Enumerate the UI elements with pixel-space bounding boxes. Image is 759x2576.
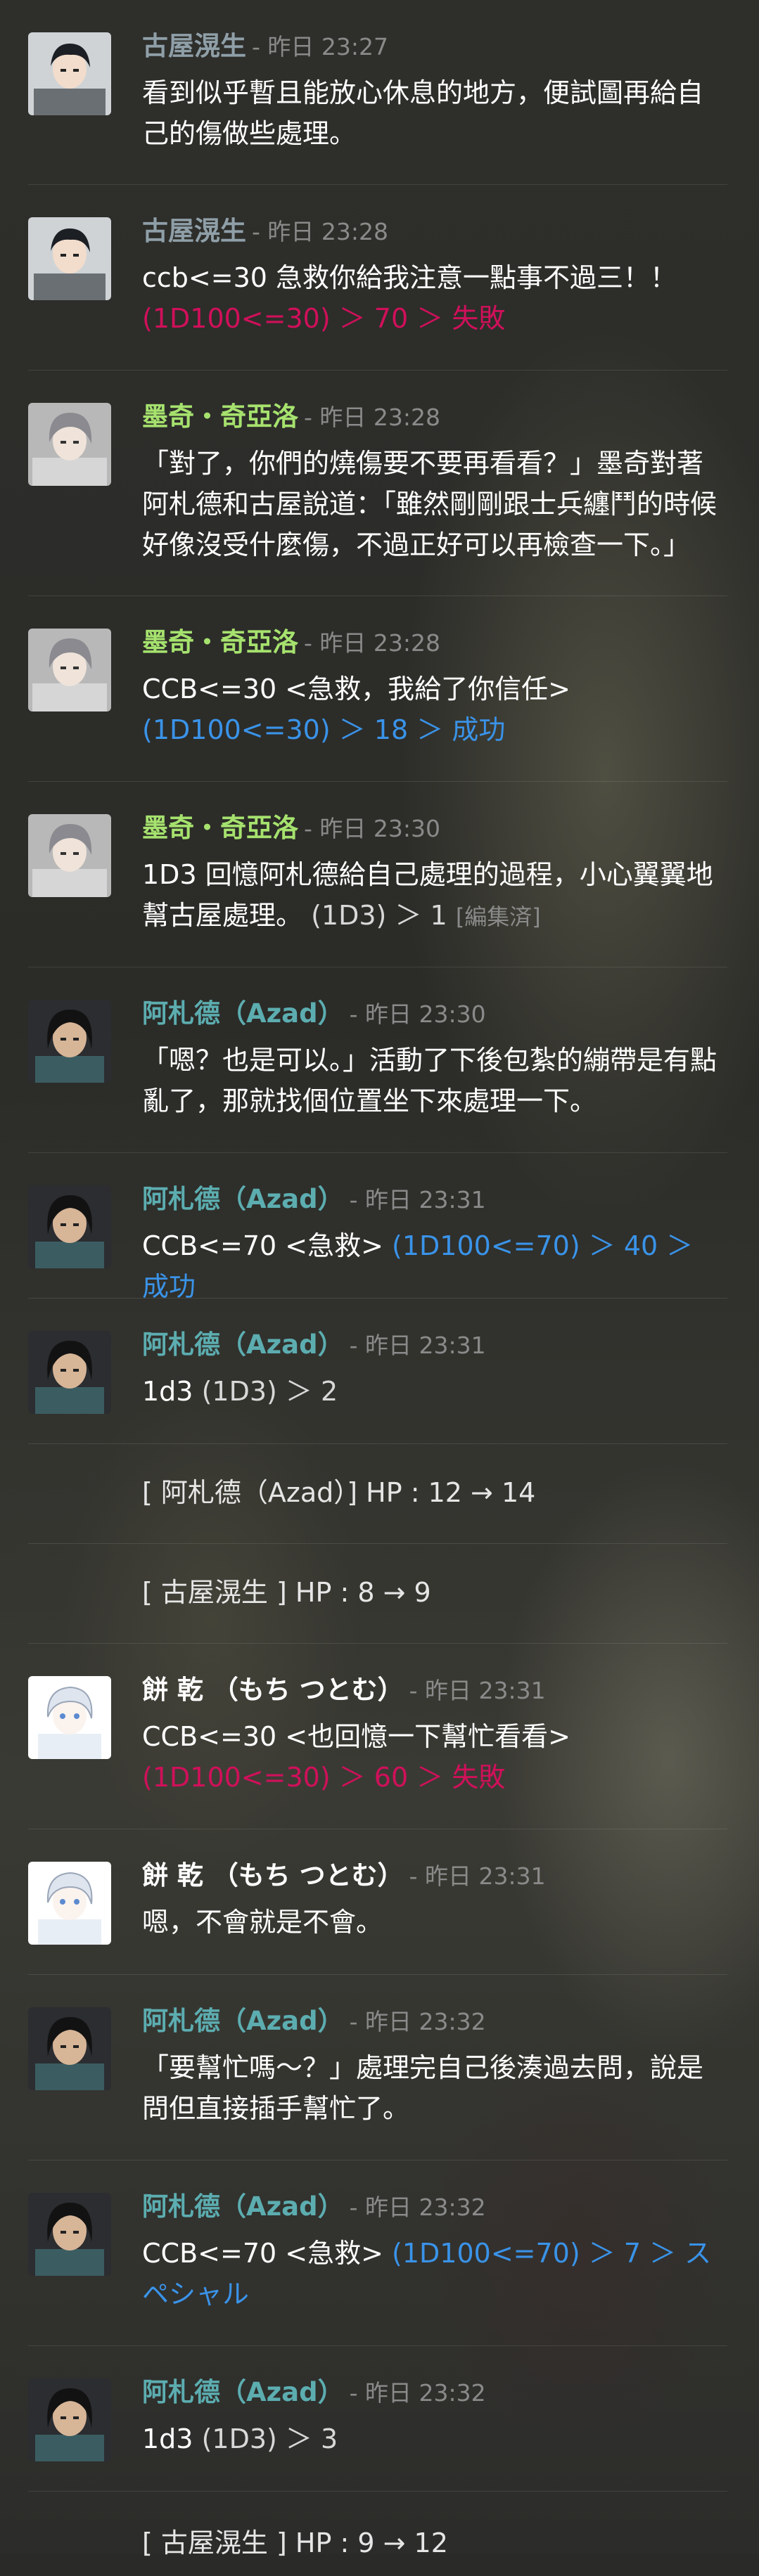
command-text: CCB<=70 <急救> <box>142 1230 383 1261</box>
chat-message: 阿札德（Azad） - 昨日 23:30 「嗯？也是可以。」活動了下後包紮的繃帶是… <box>28 967 727 1153</box>
message-header: 墨奇・奇亞洛 - 昨日 23:28 <box>142 399 727 436</box>
message-header: 古屋滉生 - 昨日 23:27 <box>142 28 727 65</box>
edited-tag: [編集済] <box>455 903 541 930</box>
sender-name: 阿札德（Azad） <box>142 2006 344 2036</box>
chat-message: 阿札德（Azad） - 昨日 23:31 CCB<=70 <急救> (1D100<… <box>28 1153 727 1302</box>
message-text: ccb<=30 急救你給我注意一點事不過三！！ (1D100<=30) ＞ 70… <box>142 257 727 339</box>
message-header: 阿札德（Azad） - 昨日 23:32 <box>142 2374 727 2411</box>
message-header: 阿札德（Azad） - 昨日 23:32 <box>142 2189 727 2226</box>
system-message: [ 古屋滉生 ] HP : 8 → 9 <box>28 1544 727 1644</box>
message-text: 「要幫忙嗎～？」處理完自己後湊過去問，說是問但直接插手幫忙了。 <box>142 2052 704 2124</box>
chat-message: 阿札德（Azad） - 昨日 23:31 1d3 (1D3) ＞ 2 <box>28 1299 727 1444</box>
message-header: 阿札德（Azad） - 昨日 23:31 <box>142 1181 727 1218</box>
mochi-avatar[interactable] <box>28 1676 111 1759</box>
moqi-avatar[interactable] <box>28 629 111 711</box>
chat-log[interactable]: 古屋滉生 - 昨日 23:27 看到似乎暫且能放心休息的地方，便試圖再給自己的傷做… <box>0 0 759 2576</box>
sender-name: 阿札德（Azad） <box>142 2377 344 2407</box>
timestamp: - 昨日 23:31 <box>409 1677 546 1704</box>
timestamp: - 昨日 23:32 <box>349 2008 486 2035</box>
timestamp: - 昨日 23:32 <box>349 2379 486 2407</box>
dice-result-fail: (1D100<=30) ＞ 60 ＞ 失敗 <box>142 1762 506 1793</box>
timestamp: - 昨日 23:31 <box>409 1862 546 1890</box>
message-header: 墨奇・奇亞洛 - 昨日 23:30 <box>142 810 727 847</box>
command-text: CCB<=30 <也回憶一下幫忙看看> <box>142 1721 570 1752</box>
timestamp: - 昨日 23:30 <box>304 815 440 842</box>
timestamp: - 昨日 23:31 <box>349 1186 486 1213</box>
message-header: 古屋滉生 - 昨日 23:28 <box>142 213 727 250</box>
command-text: CCB<=30 <急救，我給了你信任> <box>142 674 570 704</box>
dice-result: (1D3) ＞ 3 <box>201 2423 338 2454</box>
azad-avatar[interactable] <box>28 1000 111 1083</box>
command-text: ccb<=30 急救你給我注意一點事不過三！！ <box>142 262 677 293</box>
message-header: 墨奇・奇亞洛 - 昨日 23:28 <box>142 624 727 662</box>
command-text: CCB<=70 <急救> <box>142 2238 383 2269</box>
timestamp: - 昨日 23:28 <box>252 218 388 245</box>
sender-name: 墨奇・奇亞洛 <box>142 627 298 657</box>
azad-avatar[interactable] <box>28 1331 111 1414</box>
chat-message: 阿札德（Azad） - 昨日 23:32 1d3 (1D3) ＞ 3 <box>28 2346 727 2492</box>
message-text: 「嗯？也是可以。」活動了下後包紮的繃帶是有點亂了，那就找個位置坐下來處理一下。 <box>142 1045 717 1116</box>
message-text: 看到似乎暫且能放心休息的地方，便試圖再給自己的傷做些處理。 <box>142 77 704 149</box>
message-text: CCB<=70 <急救> (1D100<=70) ＞ 7 ＞ スペシャル <box>142 2233 727 2314</box>
timestamp: - 昨日 23:30 <box>349 1000 486 1028</box>
azad-avatar[interactable] <box>28 2007 111 2090</box>
timestamp: - 昨日 23:28 <box>304 404 440 431</box>
sender-name: 古屋滉生 <box>142 216 246 246</box>
chat-message: 墨奇・奇亞洛 - 昨日 23:28 CCB<=30 <急救，我給了你信任> (1D… <box>28 596 727 782</box>
sender-name: 餅 乾 （もち つとむ） <box>142 1860 404 1891</box>
message-header: 阿札德（Azad） - 昨日 23:31 <box>142 1327 727 1364</box>
dice-result-fail: (1D100<=30) ＞ 70 ＞ 失敗 <box>142 303 506 334</box>
message-header: 阿札德（Azad） - 昨日 23:32 <box>142 2003 727 2040</box>
dice-result: (1D3) ＞ 2 <box>201 1376 338 1407</box>
chat-message: 餅 乾 （もち つとむ） - 昨日 23:31 嗯，不會就是不會。 <box>28 1829 727 1975</box>
timestamp: - 昨日 23:28 <box>304 629 440 657</box>
timestamp: - 昨日 23:31 <box>349 1332 486 1359</box>
furuya-avatar[interactable] <box>28 217 111 300</box>
timestamp: - 昨日 23:27 <box>252 33 388 60</box>
message-header: 餅 乾 （もち つとむ） - 昨日 23:31 <box>142 1857 727 1895</box>
chat-message: 餅 乾 （もち つとむ） - 昨日 23:31 CCB<=30 <也回憶一下幫忙看… <box>28 1644 727 1829</box>
message-header: 阿札德（Azad） - 昨日 23:30 <box>142 996 727 1033</box>
dice-result: (1D3) ＞ 1 <box>311 900 447 931</box>
hp-change-text: [ 阿札德（Azad）] HP : 12 → 14 <box>142 1477 536 1508</box>
chat-message: 墨奇・奇亞洛 - 昨日 23:30 1D3 回憶阿札德給自己處理的過程，小心翼翼地… <box>28 782 727 967</box>
timestamp: - 昨日 23:32 <box>349 2194 486 2221</box>
sender-name: 阿札德（Azad） <box>142 2191 344 2222</box>
sender-name: 墨奇・奇亞洛 <box>142 813 298 843</box>
hp-change-text: [ 古屋滉生 ] HP : 8 → 9 <box>142 1577 431 1608</box>
mochi-avatar[interactable] <box>28 1862 111 1945</box>
system-message: [ 阿札德（Azad）] HP : 12 → 14 <box>28 1444 727 1544</box>
message-header: 餅 乾 （もち つとむ） - 昨日 23:31 <box>142 1672 727 1709</box>
chat-message: 阿札德（Azad） - 昨日 23:32 CCB<=70 <急救> (1D100<… <box>28 2160 727 2346</box>
azad-avatar[interactable] <box>28 2378 111 2461</box>
message-text: 1d3 (1D3) ＞ 3 <box>142 2419 727 2459</box>
message-text: CCB<=30 <也回憶一下幫忙看看> (1D100<=30) ＞ 60 ＞ 失… <box>142 1716 727 1798</box>
sender-name: 阿札德（Azad） <box>142 1329 344 1360</box>
chat-message: 阿札德（Azad） - 昨日 23:32 「要幫忙嗎～？」處理完自己後湊過去問，說… <box>28 1975 727 2160</box>
chat-message: 墨奇・奇亞洛 - 昨日 23:28 「對了，你們的燒傷要不要再看看？」墨奇對著阿札… <box>28 371 727 596</box>
message-text: CCB<=30 <急救，我給了你信任> (1D100<=30) ＞ 18 ＞ 成… <box>142 669 727 750</box>
message-text: 「對了，你們的燒傷要不要再看看？」墨奇對著阿札德和古屋說道：「雖然剛剛跟士兵纏鬥… <box>142 448 717 560</box>
sender-name: 餅 乾 （もち つとむ） <box>142 1675 404 1705</box>
sender-name: 阿札德（Azad） <box>142 998 344 1029</box>
furuya-avatar[interactable] <box>28 32 111 115</box>
message-text: CCB<=70 <急救> (1D100<=70) ＞ 40 ＞ 成功 <box>142 1225 727 1307</box>
command-text: 1d3 <box>142 1376 193 1407</box>
chat-message: 古屋滉生 - 昨日 23:28 ccb<=30 急救你給我注意一點事不過三！！ (… <box>28 185 727 371</box>
moqi-avatar[interactable] <box>28 814 111 897</box>
system-message: [ 古屋滉生 ] HP : 9 → 12 <box>28 2492 727 2576</box>
azad-avatar[interactable] <box>28 1185 111 1268</box>
chat-message: 古屋滉生 - 昨日 23:27 看到似乎暫且能放心休息的地方，便試圖再給自己的傷做… <box>28 0 727 185</box>
moqi-avatar[interactable] <box>28 403 111 486</box>
message-text: 1d3 (1D3) ＞ 2 <box>142 1371 727 1412</box>
azad-avatar[interactable] <box>28 2193 111 2276</box>
command-text: 1d3 <box>142 2423 193 2454</box>
hp-change-text: [ 古屋滉生 ] HP : 9 → 12 <box>142 2527 448 2558</box>
dice-result-success: (1D100<=30) ＞ 18 ＞ 成功 <box>142 714 506 745</box>
message-text: 嗯，不會就是不會。 <box>142 1907 383 1938</box>
message-text: 1D3 回憶阿札德給自己處理的過程，小心翼翼地幫古屋處理。 (1D3) ＞ 1 … <box>142 854 727 937</box>
sender-name: 墨奇・奇亞洛 <box>142 401 298 432</box>
sender-name: 古屋滉生 <box>142 31 246 61</box>
sender-name: 阿札德（Azad） <box>142 1184 344 1214</box>
